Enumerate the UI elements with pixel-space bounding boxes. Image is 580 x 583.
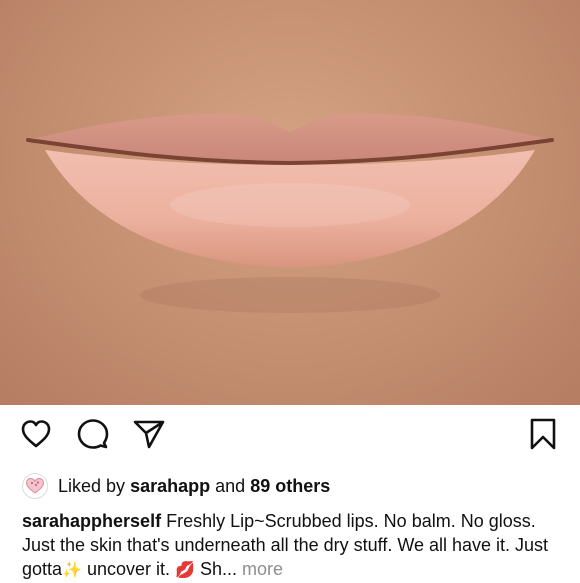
like-button[interactable] xyxy=(20,419,52,454)
sparkle-emoji: ✨ xyxy=(62,562,82,579)
paper-plane-icon xyxy=(133,418,165,455)
likes-prefix: Liked by xyxy=(58,476,126,496)
caption-text-2: uncover it. xyxy=(86,559,171,579)
bookmark-outline-icon xyxy=(529,418,557,455)
heart-outline-icon xyxy=(20,419,52,454)
more-link[interactable]: more xyxy=(242,559,283,579)
share-button[interactable] xyxy=(133,420,165,452)
kiss-emoji: 💋 xyxy=(175,562,195,579)
likes-others-count[interactable]: 89 others xyxy=(250,472,330,500)
comment-bubble-icon xyxy=(77,418,109,455)
post-caption: sarahappherself Freshly Lip~Scrubbed lip… xyxy=(22,509,567,583)
comment-button[interactable] xyxy=(77,418,109,455)
caption-text-3: Sh... xyxy=(199,559,238,579)
post-image[interactable] xyxy=(0,0,580,405)
heart-avatar-icon xyxy=(25,477,45,494)
likes-summary[interactable]: Liked by sarahapp and 89 others xyxy=(22,472,330,500)
likes-and: and xyxy=(215,476,246,496)
liker-username[interactable]: sarahapp xyxy=(130,472,210,500)
caption-username[interactable]: sarahappherself xyxy=(22,511,161,531)
save-button[interactable] xyxy=(527,418,559,455)
avatar[interactable] xyxy=(22,473,48,499)
